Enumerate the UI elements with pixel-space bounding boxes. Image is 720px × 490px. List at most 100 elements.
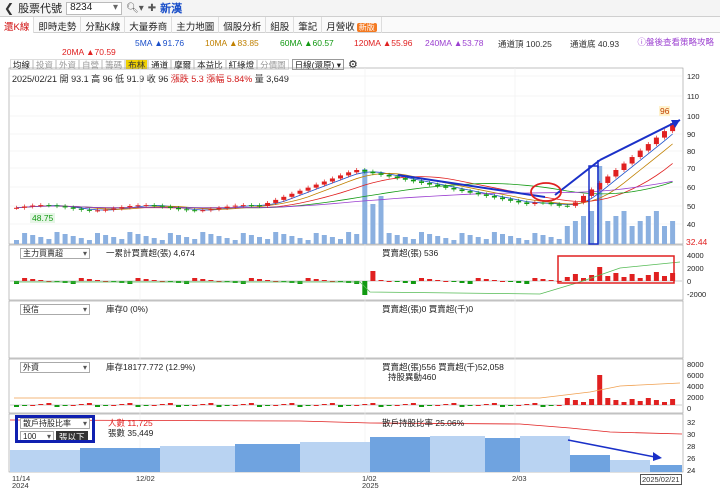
- panel1-legend-net: 買賣超(張) 536: [382, 248, 439, 258]
- foreign-bar: [581, 402, 586, 405]
- candle: [362, 170, 368, 172]
- y-tick: 80: [687, 147, 696, 156]
- netbuy-bar: [637, 278, 643, 281]
- candle: [289, 193, 295, 197]
- volume-bar: [516, 238, 522, 244]
- netbuy-bar: [564, 277, 570, 281]
- bottom-circle: [530, 182, 562, 202]
- foreign-bar: [95, 405, 100, 407]
- volume-bar: [46, 239, 52, 244]
- netbuy-bar: [459, 281, 465, 283]
- volume-bar: [629, 226, 635, 244]
- candle: [475, 192, 481, 195]
- x-tick-current: 2025/02/21: [640, 474, 682, 485]
- volume-bar: [621, 211, 627, 244]
- foreign-bar: [589, 399, 595, 405]
- candle: [605, 176, 611, 183]
- volume-bar: [30, 235, 36, 244]
- netbuy-bar: [78, 278, 84, 281]
- panel1-select[interactable]: 主力買賣超: [20, 248, 90, 259]
- candle: [46, 205, 52, 207]
- candle: [127, 206, 133, 208]
- volume-bar: [78, 238, 84, 244]
- volume-bar: [670, 221, 676, 244]
- candle: [386, 174, 392, 177]
- retail-ratio-bar: [235, 444, 300, 472]
- candle: [653, 137, 659, 145]
- foreign-bar: [200, 404, 206, 405]
- netbuy-bar: [443, 281, 449, 282]
- volume-bar: [662, 226, 667, 244]
- candle: [662, 131, 667, 138]
- volume-bar: [184, 237, 190, 244]
- holding-line: [14, 382, 681, 399]
- candle: [200, 210, 206, 212]
- volume-bar: [95, 233, 100, 244]
- netbuy-bar: [572, 274, 578, 281]
- foreign-bar: [378, 405, 384, 407]
- foreign-bar: [500, 405, 505, 407]
- retail-ratio-bar: [520, 436, 570, 472]
- volume-bar: [394, 235, 400, 244]
- foreign-bar: [54, 405, 60, 407]
- candle: [86, 209, 92, 211]
- retail-ratio-bar: [570, 455, 610, 472]
- candle: [564, 205, 570, 207]
- candle: [313, 184, 319, 188]
- volume-bar: [167, 233, 173, 244]
- volume-bar: [459, 233, 465, 244]
- foreign-bar: [637, 401, 643, 405]
- netbuy-bar: [419, 278, 424, 281]
- panel4-legend-ratio: 散戶持股比率 25.06%: [382, 418, 465, 428]
- ma-line: [16, 133, 673, 211]
- candle: [451, 187, 457, 190]
- netbuy-bar: [394, 281, 400, 282]
- netbuy-bar: [151, 280, 157, 281]
- foreign-bar: [297, 405, 303, 407]
- panel4-legend-shares: 張數 35,449: [108, 428, 154, 438]
- volume-bar: [192, 239, 198, 244]
- candle: [38, 205, 44, 207]
- candle: [338, 175, 343, 179]
- foreign-bar: [273, 405, 279, 406]
- volume-bar: [556, 239, 562, 244]
- volume-bar: [216, 236, 222, 244]
- panel2-select[interactable]: 投信: [20, 304, 90, 315]
- candle: [54, 205, 60, 207]
- candle: [273, 199, 279, 203]
- candle: [532, 202, 538, 205]
- volume-bar: [346, 232, 352, 244]
- foreign-bar: [629, 399, 635, 405]
- volume-bar: [645, 216, 651, 244]
- volume-bar: [273, 232, 279, 244]
- foreign-bar: [184, 405, 190, 406]
- foreign-bar: [435, 405, 441, 406]
- candle: [556, 204, 562, 206]
- volume-bar: [483, 239, 489, 244]
- foreign-bar: [135, 405, 141, 407]
- y-tick: 6000: [687, 371, 704, 380]
- retail-ratio-bar: [370, 437, 430, 472]
- foreign-bar: [224, 405, 230, 406]
- netbuy-bar: [500, 281, 505, 282]
- panel3-select[interactable]: 外資: [20, 362, 90, 373]
- candle: [637, 150, 643, 158]
- volume-bar: [500, 234, 505, 244]
- netbuy-bar: [548, 280, 554, 281]
- candle: [419, 181, 424, 183]
- foreign-bar: [548, 405, 554, 406]
- volume-bar: [581, 216, 586, 244]
- y-tick: 2000: [687, 393, 704, 402]
- candle: [22, 206, 28, 208]
- cumulative-line: [14, 261, 681, 295]
- volume-bar: [451, 240, 457, 244]
- candle: [467, 191, 473, 193]
- y-tick: 120: [687, 72, 700, 81]
- foreign-bar: [459, 405, 465, 407]
- volume-bar: [119, 239, 125, 244]
- candle: [119, 207, 125, 209]
- netbuy-bar: [95, 280, 100, 281]
- candle: [297, 190, 303, 194]
- volume-bar: [491, 232, 497, 244]
- netbuy-bar: [143, 279, 149, 281]
